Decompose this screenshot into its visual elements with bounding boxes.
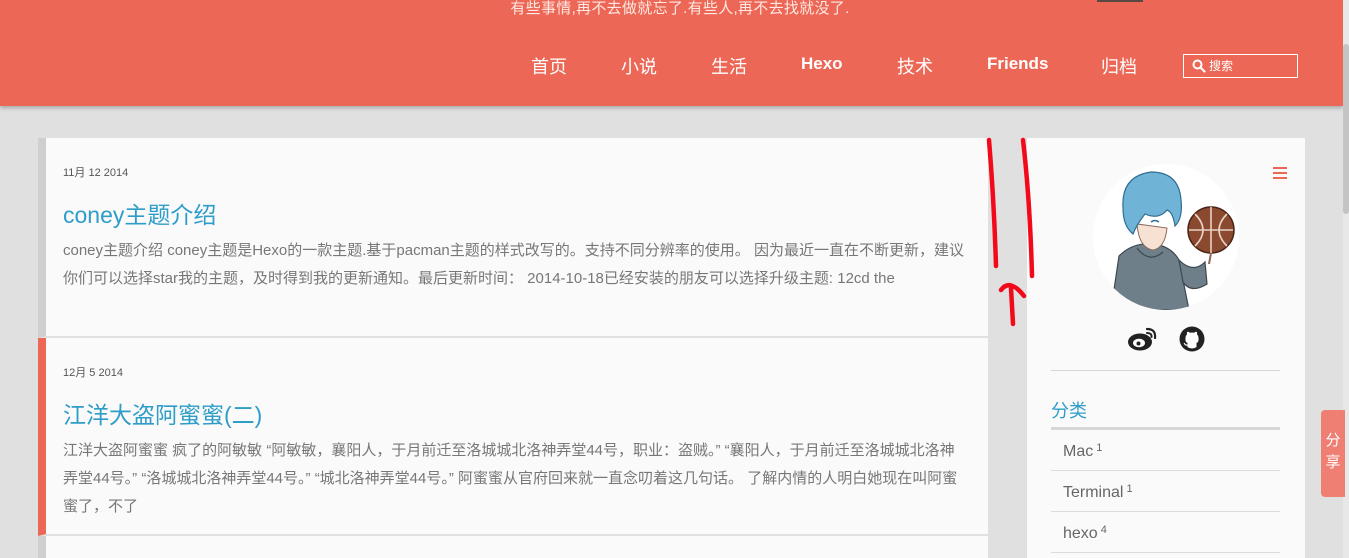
post-title-link[interactable]: coney主题介绍 [63, 196, 216, 230]
nav-item-tech[interactable]: 技术 [897, 53, 933, 79]
site-header: 有些事情,再不去做就忘了.有些人,再不去找就没了. 首页 小说 生活 Hexo … [0, 0, 1343, 106]
github-icon[interactable] [1179, 326, 1207, 352]
post-title-link[interactable]: 江洋大盗阿蜜蜜(二) [63, 396, 262, 430]
nav-item-hexo[interactable]: Hexo [801, 54, 843, 74]
category-name: hexo [1063, 525, 1098, 542]
categories-heading: 分类 [1051, 401, 1087, 421]
nav-item-life[interactable]: 生活 [711, 53, 747, 79]
category-count: 1 [1096, 442, 1103, 454]
category-item-hexo[interactable]: hexo 4 [1051, 512, 1280, 553]
category-list: Mac 1 Terminal 1 hexo 4 [1051, 430, 1280, 553]
post-card: 12月 5 2014 江洋大盗阿蜜蜜(二) 江洋大盗阿蜜蜜 疯了的阿敏敏 “阿敏… [38, 338, 988, 536]
site-tagline: 有些事情,再不去做就忘了.有些人,再不去找就没了. [510, 0, 850, 17]
search-box[interactable] [1183, 54, 1298, 78]
post-list: 11月 12 2014 coney主题介绍 coney主题介绍 coney主题是… [38, 138, 988, 558]
category-item-terminal[interactable]: Terminal 1 [1051, 471, 1280, 512]
sidebar-divider [1051, 370, 1280, 371]
header-accent-bar [1097, 0, 1143, 2]
nav-item-friends[interactable]: Friends [987, 54, 1048, 74]
category-name: Mac [1063, 443, 1094, 460]
nav-item-archive[interactable]: 归档 [1101, 53, 1137, 79]
menu-icon[interactable] [1273, 167, 1287, 179]
nav-item-novel[interactable]: 小说 [621, 53, 657, 79]
share-button[interactable]: 分享 [1321, 410, 1345, 497]
sidebar: 分类 Mac 1 Terminal 1 hexo 4 [1027, 138, 1305, 558]
category-item-mac[interactable]: Mac 1 [1051, 430, 1280, 471]
nav-item-home[interactable]: 首页 [531, 53, 567, 79]
weibo-icon[interactable] [1127, 326, 1157, 352]
post-excerpt: coney主题介绍 coney主题是Hexo的一款主题.基于pacman主题的样… [63, 242, 964, 287]
social-links [1127, 326, 1207, 352]
avatar [1093, 164, 1239, 310]
post-excerpt: 江洋大盗阿蜜蜜 疯了的阿敏敏 “阿敏敏，襄阳人，于月前迁至洛城城北洛神弄堂44号… [63, 442, 958, 515]
scrollbar-thumb[interactable] [1343, 44, 1349, 214]
post-date: 11月 12 2014 [63, 167, 129, 179]
post-card [38, 536, 988, 558]
category-name: Terminal [1063, 484, 1124, 501]
category-count: 4 [1100, 524, 1107, 536]
post-date: 12月 5 2014 [63, 367, 123, 379]
post-card: 11月 12 2014 coney主题介绍 coney主题介绍 coney主题是… [38, 138, 988, 338]
search-input[interactable] [1209, 59, 1295, 73]
category-count: 1 [1126, 483, 1133, 495]
search-icon [1192, 59, 1206, 73]
